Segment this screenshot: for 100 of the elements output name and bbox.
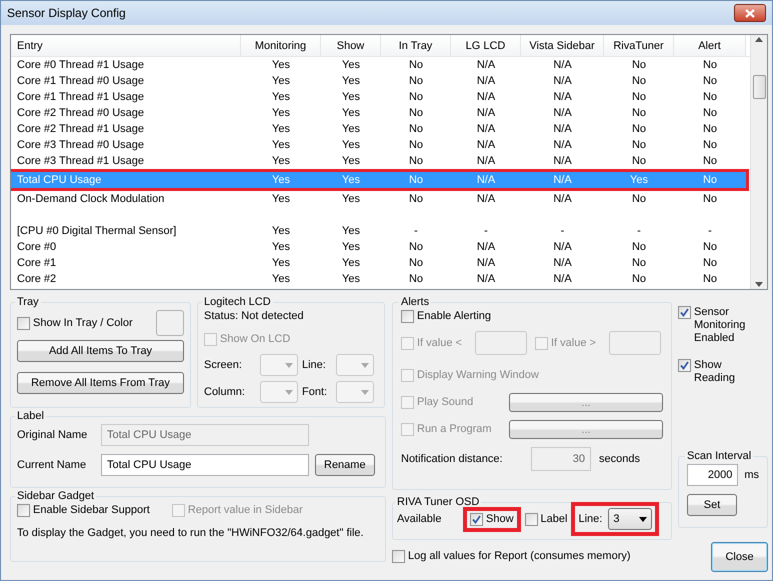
column-header[interactable]: In Tray <box>381 35 451 56</box>
table-row[interactable]: Core #1 Yes Yes No N/A N/A No No <box>11 255 746 271</box>
show-reading-checkbox[interactable]: Show Reading <box>678 359 758 385</box>
table-cell-text: No <box>630 241 648 253</box>
table-cell-text: N/A <box>552 123 573 135</box>
table-cell-text: No <box>702 123 718 135</box>
enable-alerting-checkbox[interactable]: Enable Alerting <box>401 310 663 323</box>
table-cell-text: - <box>483 225 489 237</box>
dropdown[interactable] <box>260 381 298 403</box>
table-cell-text: No <box>702 193 718 205</box>
table-cell-text: Core #3 Thread #1 Usage <box>16 155 145 167</box>
table-row[interactable]: Core #2 Thread #1 Usage Yes Yes No N/A N/A No No <box>11 121 746 137</box>
checkmark-icon <box>680 361 689 370</box>
table-cell-text: Yes <box>341 59 361 71</box>
tray-button[interactable]: Add All Items To Tray <box>17 340 184 362</box>
field-label: Column: <box>204 386 246 398</box>
table-row[interactable]: Core #3 Thread #0 Usage Yes Yes No N/A N/A No No <box>11 137 746 153</box>
table-cell-text: No <box>702 241 718 253</box>
scroll-down-icon <box>755 282 763 287</box>
table-cell-text: N/A <box>552 273 573 285</box>
close-dialog-button[interactable]: Close <box>711 542 768 572</box>
table-row[interactable]: Core #0 Yes Yes No N/A N/A No No <box>11 239 746 255</box>
table-cell-text: Core #0 <box>16 241 58 253</box>
table-cell-text: Yes <box>341 174 361 186</box>
table-cell-text: Yes <box>271 257 291 269</box>
current-name-field[interactable]: Total CPU Usage <box>101 454 309 476</box>
table-cell-text: No <box>702 107 718 119</box>
table-cell-text: Core #2 <box>16 273 58 285</box>
log-all-checkbox[interactable]: Log all values for Report (consumes memory) <box>392 550 631 563</box>
scan-interval-field[interactable]: 2000 <box>687 464 738 486</box>
column-header[interactable]: Vista Sidebar <box>521 35 604 56</box>
table-cell-text: N/A <box>552 91 573 103</box>
table-row[interactable]: Core #2 Yes Yes No N/A N/A No No <box>11 271 746 287</box>
tray-button[interactable]: Remove All Items From Tray <box>17 372 184 394</box>
table-row[interactable]: Core #0 Thread #1 Usage Yes Yes No N/A N/A No No <box>11 57 746 73</box>
table-cell-text: N/A <box>476 257 496 269</box>
column-header[interactable]: Entry <box>11 35 241 56</box>
table-cell-text: [CPU #0 Digital Thermal Sensor] <box>16 225 178 237</box>
max-value-field[interactable] <box>609 331 661 355</box>
unit-label: ms <box>744 469 759 481</box>
line-dropdown[interactable]: 3 <box>608 508 652 530</box>
table-cell-text: No <box>630 139 648 151</box>
show-osd-checkbox[interactable]: Show <box>470 512 514 526</box>
column-header[interactable]: Monitoring <box>241 35 321 56</box>
table-cell-text: No <box>408 273 424 285</box>
dropdown[interactable] <box>336 381 374 403</box>
table-cell-text: No <box>702 174 718 186</box>
table-cell-text: N/A <box>476 174 496 186</box>
table-row[interactable]: Core #2 Thread #0 Usage Yes Yes No N/A N/A No No <box>11 105 746 121</box>
table-cell-text: Core #2 Thread #1 Usage <box>16 123 145 135</box>
column-header[interactable]: Show <box>321 35 381 56</box>
color-swatch[interactable] <box>156 310 184 336</box>
table-row[interactable]: Core #3 Thread #1 Usage Yes Yes No N/A N/A No No <box>11 153 746 169</box>
table-cell-text: No <box>408 139 424 151</box>
notification-field[interactable]: 30 <box>531 447 591 471</box>
sensor-monitoring-checkbox[interactable]: Sensor Monitoring Enabled <box>678 306 758 345</box>
table-cell-text: Yes <box>341 225 361 237</box>
min-value-field[interactable] <box>475 331 527 355</box>
close-button[interactable] <box>734 4 766 22</box>
table-row[interactable]: [CPU #0 Digital Thermal Sensor] Yes Yes - - - - - <box>11 223 746 239</box>
table-cell-text: Yes <box>271 155 291 167</box>
column-header[interactable]: RivaTuner <box>604 35 674 56</box>
scrollbar[interactable] <box>750 35 767 289</box>
set-button[interactable]: Set <box>687 494 737 516</box>
table-cell-text: - <box>707 225 713 237</box>
table-row[interactable]: On-Demand Clock Modulation Yes Yes No N/A N/A No No <box>11 191 746 207</box>
table-cell-text: N/A <box>476 241 496 253</box>
column-header[interactable]: Alert <box>674 35 746 56</box>
rename-button[interactable]: Rename <box>315 454 375 476</box>
dropdown[interactable] <box>260 354 298 376</box>
field-label: Line: <box>302 359 327 371</box>
table-cell-text: N/A <box>476 59 496 71</box>
table-row[interactable]: Core #1 Thread #0 Usage Yes Yes No N/A N/A No No <box>11 73 746 89</box>
table-cell-text: N/A <box>552 107 573 119</box>
table-cell-text: On-Demand Clock Modulation <box>16 193 166 205</box>
table-cell-text: N/A <box>476 107 496 119</box>
field-label: Current Name <box>17 459 88 471</box>
group-title: Sidebar Gadget <box>16 490 96 502</box>
table-cell-text: N/A <box>476 123 496 135</box>
group-title: RIVA Tuner OSD <box>396 496 480 508</box>
table-cell-text: Yes <box>271 123 291 135</box>
unit-label: seconds <box>599 453 640 465</box>
show-in-tray-checkbox[interactable]: Show In Tray / Color <box>17 316 133 330</box>
dropdown[interactable] <box>336 354 374 376</box>
label-osd-checkbox[interactable]: Label <box>524 512 568 526</box>
table-cell-text: Core #1 <box>16 257 58 269</box>
table-cell-text: N/A <box>552 257 573 269</box>
field-label: Font: <box>302 386 328 398</box>
table-cell-text: N/A <box>552 59 573 71</box>
original-name-field[interactable]: Total CPU Usage <box>101 424 309 446</box>
enable-sidebar-checkbox[interactable]: Enable Sidebar Support <box>17 504 150 517</box>
table-cell-text: Yes <box>341 241 361 253</box>
field-label: Screen: <box>204 359 243 371</box>
column-header[interactable]: LG LCD <box>451 35 521 56</box>
dropdown-arrow-icon <box>285 362 293 368</box>
table-cell-text: Core #1 Thread #1 Usage <box>16 91 145 103</box>
table-row[interactable]: Core #1 Thread #1 Usage Yes Yes No N/A N/A No No <box>11 89 746 105</box>
scrollbar-thumb[interactable] <box>752 75 766 99</box>
table-cell-text: No <box>630 257 648 269</box>
field-label: Original Name <box>17 429 88 441</box>
